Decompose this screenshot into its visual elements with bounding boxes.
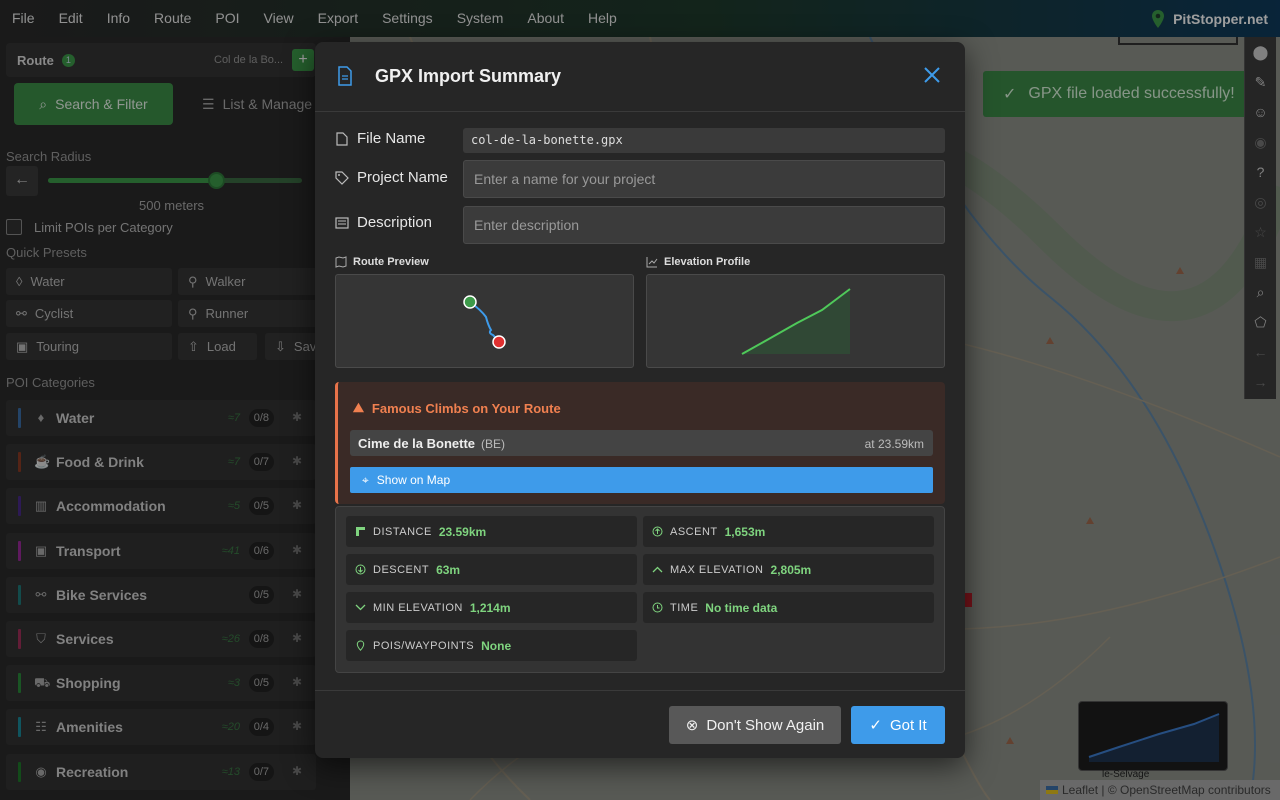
label-text: Description xyxy=(357,214,433,231)
stat-label: POIS/WAYPOINTS xyxy=(373,639,475,652)
stat-value: No time data xyxy=(705,600,778,615)
dont-show-again-button[interactable]: ⊗ Don't Show Again xyxy=(669,706,841,744)
dialog-footer: ⊗ Don't Show Again ✓ Got It xyxy=(315,690,965,758)
stat-label: DESCENT xyxy=(373,563,430,576)
label-text: Elevation Profile xyxy=(664,256,751,268)
stat-label: TIME xyxy=(670,601,699,614)
got-it-button[interactable]: ✓ Got It xyxy=(851,706,945,744)
title-text: Famous Climbs on Your Route xyxy=(371,400,561,416)
label-text: Project Name xyxy=(357,169,448,186)
ruler-icon xyxy=(356,527,365,536)
stat-distance: DISTANCE 23.59km xyxy=(346,516,637,547)
climb-country: (BE) xyxy=(481,437,505,451)
stat-label: ASCENT xyxy=(670,525,718,538)
stat-descent: DESCENT 63m xyxy=(346,554,637,585)
stat-label: DISTANCE xyxy=(373,525,432,538)
stat-ascent: ASCENT 1,653m xyxy=(643,516,934,547)
stat-time: TIME No time data xyxy=(643,592,934,623)
chevron-down-icon xyxy=(355,604,366,611)
stat-label: MIN ELEVATION xyxy=(373,601,463,614)
stat-value: 23.59km xyxy=(438,524,487,539)
route-preview xyxy=(335,274,634,368)
mountain-icon: ⛰ xyxy=(353,400,364,415)
text-lines-icon xyxy=(335,216,349,229)
file-name-value: col-de-la-bonette.gpx xyxy=(463,128,945,153)
dialog-title: GPX Import Summary xyxy=(375,66,562,86)
map-pin-icon xyxy=(356,640,365,651)
label-text: Route Preview xyxy=(353,256,429,268)
stat-value: 1,214m xyxy=(469,600,511,615)
close-icon[interactable] xyxy=(923,66,941,84)
project-name-label: Project Name xyxy=(335,169,448,186)
stat-value: 63m xyxy=(436,562,461,577)
elevation-profile-label: Elevation Profile xyxy=(646,256,750,268)
arrow-up-circle-icon xyxy=(652,526,663,537)
gpx-import-dialog: GPX Import Summary File Name col-de-la-b… xyxy=(315,42,965,758)
stat-pois: POIS/WAYPOINTS None xyxy=(346,630,637,661)
file-icon xyxy=(336,131,348,146)
stat-min-elevation: MIN ELEVATION 1,214m xyxy=(346,592,637,623)
climb-item: Cime de la Bonette (BE) at 23.59km xyxy=(350,430,933,456)
map-pin-icon: ⌖ xyxy=(362,472,369,487)
button-label: Show on Map xyxy=(376,473,451,487)
stat-max-elevation: MAX ELEVATION 2,805m xyxy=(643,554,934,585)
check-circle-icon: ✓ xyxy=(869,717,882,734)
button-label: Don't Show Again xyxy=(706,716,825,734)
map-icon xyxy=(335,256,347,268)
arrow-down-circle-icon xyxy=(355,564,366,575)
chevron-up-icon xyxy=(652,566,663,573)
famous-climbs-title: ⛰ Famous Climbs on Your Route xyxy=(353,400,561,416)
stat-value: None xyxy=(481,638,512,653)
climb-name: Cime de la Bonette xyxy=(358,436,476,451)
chart-line-icon xyxy=(646,257,658,268)
stat-label: MAX ELEVATION xyxy=(670,563,764,576)
route-stats: DISTANCE 23.59km ASCENT 1,653m DESCENT 6… xyxy=(335,506,945,673)
document-icon xyxy=(338,66,352,86)
description-input[interactable] xyxy=(463,206,945,244)
stat-value: 2,805m xyxy=(770,562,812,577)
project-name-input[interactable] xyxy=(463,160,945,198)
clock-icon xyxy=(652,602,663,613)
description-label: Description xyxy=(335,214,432,231)
stat-value: 1,653m xyxy=(724,524,766,539)
route-preview-label: Route Preview xyxy=(335,256,429,268)
button-label: Got It xyxy=(889,716,927,734)
climb-distance: at 23.59km xyxy=(864,437,924,451)
elevation-profile xyxy=(646,274,945,368)
famous-climbs-panel: ⛰ Famous Climbs on Your Route Cime de la… xyxy=(335,382,945,504)
tag-icon xyxy=(335,170,349,185)
file-name-label: File Name xyxy=(335,130,425,147)
dialog-header: GPX Import Summary xyxy=(315,42,965,112)
label-text: File Name xyxy=(357,130,426,147)
show-on-map-button[interactable]: ⌖ Show on Map xyxy=(350,467,933,493)
x-circle-icon: ⊗ xyxy=(685,717,699,734)
